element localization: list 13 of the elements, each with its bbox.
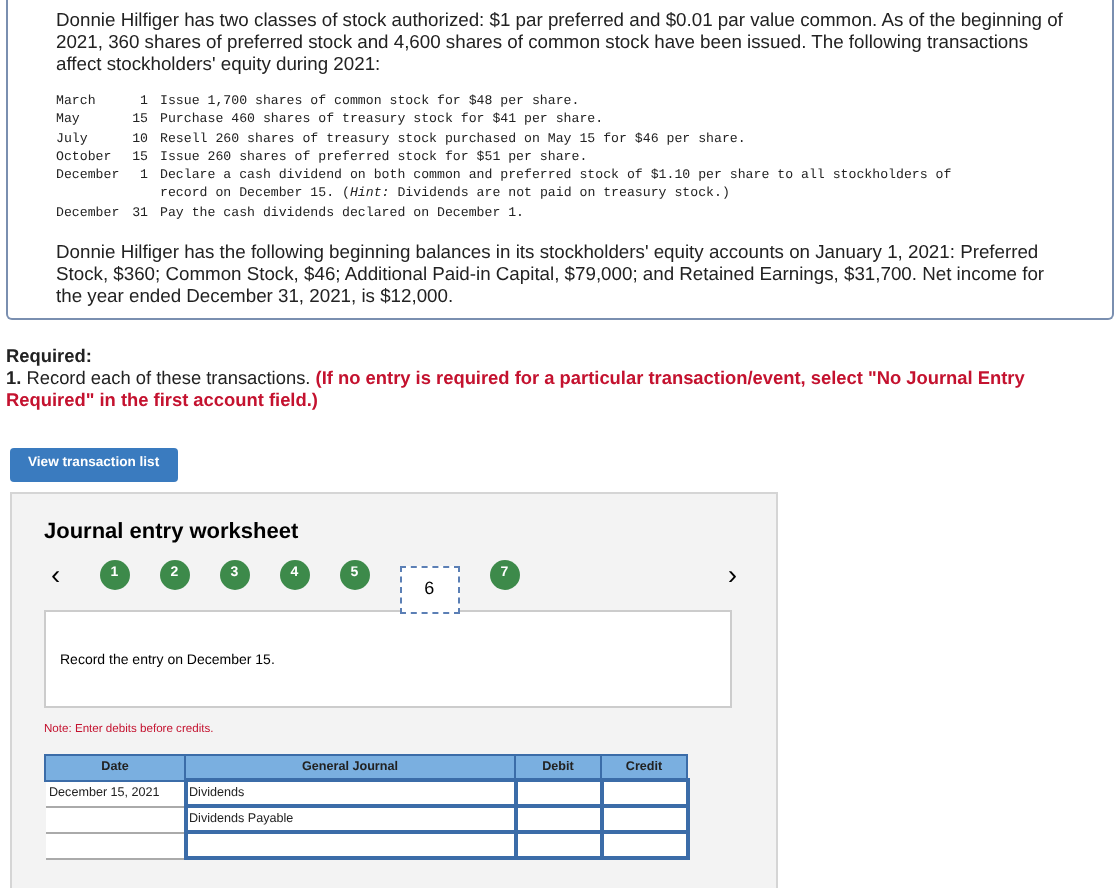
debit-field[interactable]	[515, 780, 601, 807]
credit-field[interactable]	[601, 780, 687, 807]
balances-paragraph: Donnie Hilfiger has the following beginning balances in its stockholders' equity accounts on January 1, 2021: Preferred Stock, $360; Common Stock, $46; Additional Paid-in Capital, $79,000; and Retained Earnings, $31,700. Net income for the year ended December 31, 2021, is $12,000.	[56, 240, 1047, 307]
next-button[interactable]: ›	[720, 559, 745, 588]
step-tab[interactable]: 6	[399, 565, 460, 614]
worksheet-title: Journal entry worksheet	[44, 518, 301, 549]
account-field[interactable]	[185, 832, 515, 859]
required-heading: Required:	[6, 346, 94, 369]
intro-paragraph: Donnie Hilfiger has two classes of stock authorized: $1 par preferred and $0.01 par value common. As of the beginning of 2021, 360 shares of preferred stock and 4,600 shares of common stock have been issued. The following transactions affect stockholders' equity during 2021:	[56, 8, 1064, 74]
date-cell	[45, 832, 185, 859]
required-text: 1. Record each of these transactions. (If no entry is required for a particular transaction/event, select "No Journal Entry Required" in the first account field.)	[6, 368, 1027, 413]
date-cell	[45, 806, 185, 833]
previous-button[interactable]: ‹	[44, 559, 68, 588]
